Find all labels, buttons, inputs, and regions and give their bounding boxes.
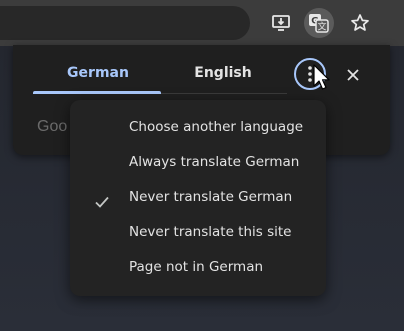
address-bar[interactable] [0,6,250,40]
selected-tab-indicator [33,91,161,94]
mouse-cursor-icon [313,64,331,97]
menu-item-label: Always translate German [129,154,300,170]
bookmark-star-icon[interactable] [345,8,375,38]
partial-google-text: Goo [37,118,68,135]
menu-item-label: Never translate German [129,189,293,205]
menu-item-choose-another-language[interactable]: Choose another language [70,110,326,145]
svg-text:文: 文 [317,21,326,33]
tab-german[interactable]: German [33,65,163,81]
close-button[interactable] [338,60,368,90]
menu-item-label: Choose another language [129,119,304,135]
translate-options-menu: Choose another language Always translate… [70,100,326,296]
menu-item-always-translate-german[interactable]: Always translate German [70,145,326,180]
menu-item-label: Page not in German [129,259,264,275]
close-icon [347,69,359,81]
menu-item-never-translate-german[interactable]: Never translate German [70,180,326,215]
translate-icon[interactable]: G 文 [304,8,334,38]
menu-item-never-translate-this-site[interactable]: Never translate this site [70,215,326,250]
install-app-icon[interactable] [266,8,296,38]
browser-toolbar: G 文 [0,0,404,46]
tab-english[interactable]: English [158,65,288,81]
menu-item-label: Never translate this site [129,224,292,240]
menu-item-page-not-in-german[interactable]: Page not in German [70,250,326,285]
